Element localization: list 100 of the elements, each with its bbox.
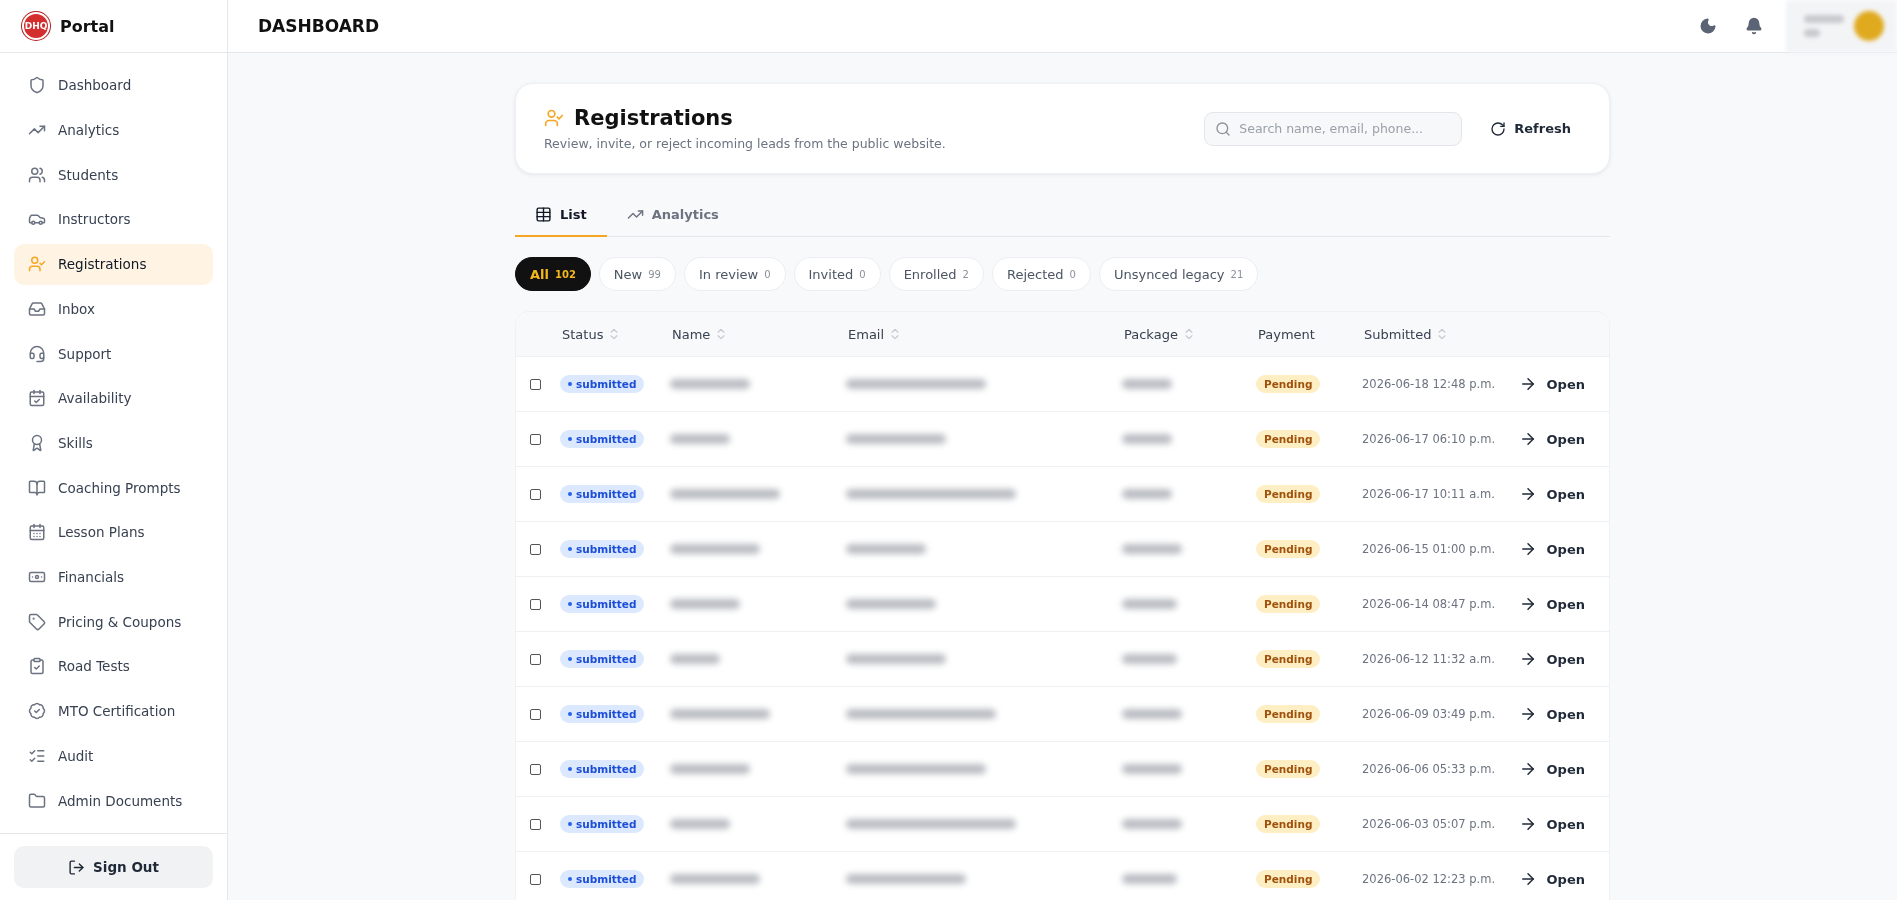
blurred-text (670, 819, 730, 829)
blurred-text (1122, 819, 1182, 829)
table-icon (535, 206, 552, 223)
sidebar-item[interactable]: Coaching Prompts (14, 467, 213, 509)
payment-badge: Pending (1256, 485, 1321, 503)
sidebar-item[interactable]: Skills (14, 422, 213, 464)
logout-icon (68, 858, 86, 876)
inbox-icon (28, 299, 46, 318)
sidebar-item[interactable]: Dashboard (14, 65, 213, 106)
sidebar-item[interactable]: Instructors (14, 199, 213, 240)
blurred-text (1122, 709, 1182, 719)
column-header: Submitted (1364, 326, 1432, 342)
row-checkbox[interactable] (530, 763, 541, 775)
blurred-text (1122, 874, 1177, 884)
open-button[interactable]: Open (1518, 650, 1585, 668)
row-checkbox[interactable] (530, 818, 541, 830)
sidebar-item[interactable]: Inbox (14, 288, 213, 330)
open-button[interactable]: Open (1518, 540, 1585, 558)
search-input[interactable]: Search name, email, phone... (1237, 120, 1452, 137)
row-checkbox[interactable] (530, 433, 541, 445)
refresh-button[interactable]: Refresh (1480, 114, 1581, 143)
page-title: Registrations (574, 106, 733, 130)
row-checkbox[interactable] (530, 543, 541, 555)
payment-badge: Pending (1256, 430, 1321, 448)
sidebar-item[interactable]: MTO Certification (14, 690, 213, 732)
payment-badge: Pending (1256, 815, 1321, 833)
open-button[interactable]: Open (1518, 595, 1585, 613)
refresh-icon (1490, 120, 1507, 137)
sidebar-item[interactable]: Students (14, 154, 213, 196)
sidebar-item[interactable]: Road Tests (14, 646, 213, 687)
headset-icon (28, 344, 46, 363)
payment-badge: Pending (1256, 705, 1321, 723)
submitted-date: 2026-06-17 10:11 a.m. (1362, 487, 1496, 501)
sidebar-item[interactable]: Registrations (14, 243, 213, 285)
payment-badge: Pending (1256, 650, 1321, 668)
status-badge: submitted (560, 430, 645, 448)
submitted-date: 2026-06-12 11:32 a.m. (1362, 652, 1496, 666)
open-button[interactable]: Open (1518, 815, 1585, 833)
row-checkbox[interactable] (530, 873, 541, 885)
user-check-icon (28, 255, 46, 274)
row-checkbox[interactable] (530, 708, 541, 720)
sidebar-item[interactable]: Admin Documents (14, 780, 213, 821)
blurred-text (670, 434, 730, 444)
status-badge: submitted (560, 760, 645, 778)
user-check-icon (544, 108, 564, 128)
calendar-check-icon (28, 389, 46, 408)
brand-name: Portal (60, 16, 115, 36)
open-button[interactable]: Open (1518, 375, 1585, 393)
status-badge: submitted (560, 375, 645, 393)
search-field[interactable]: Search name, email, phone... (1204, 111, 1463, 146)
tab[interactable]: Analytics (606, 194, 739, 237)
blurred-text (1122, 599, 1177, 609)
submitted-date: 2026-06-09 03:49 p.m. (1362, 707, 1497, 721)
search-icon (1215, 120, 1232, 137)
open-button[interactable]: Open (1518, 870, 1585, 888)
status-badge: submitted (560, 705, 645, 723)
open-button[interactable]: Open (1518, 430, 1585, 448)
blurred-text (670, 654, 720, 664)
sidebar-item[interactable]: Audit (14, 735, 213, 777)
submitted-date: 2026-06-06 05:33 p.m. (1362, 762, 1497, 776)
folder-icon (28, 791, 46, 810)
column-header: Name (672, 326, 711, 342)
open-button[interactable]: Open (1518, 705, 1585, 723)
sidebar-item[interactable]: Availability (14, 377, 213, 419)
submitted-date: 2026-06-03 05:07 p.m. (1362, 817, 1497, 831)
open-button[interactable]: Open (1518, 760, 1585, 778)
column-header: Status (562, 326, 604, 342)
page-subtitle: Review, invite, or reject incoming leads from the public website. (544, 136, 947, 151)
payment-badge: Pending (1256, 870, 1321, 888)
sign-out-button[interactable]: Sign Out (14, 846, 213, 888)
status-badge: submitted (560, 595, 645, 613)
sidebar-item[interactable]: Financials (14, 556, 213, 598)
shield-icon (28, 76, 46, 95)
clipboard-check-icon (28, 657, 46, 676)
column-header: Email (848, 326, 885, 342)
blurred-text (1122, 379, 1172, 389)
sidebar-item[interactable]: Lesson Plans (14, 512, 213, 553)
row-checkbox[interactable] (530, 378, 541, 390)
badge-check-icon (28, 702, 46, 721)
sidebar-item[interactable]: Support (14, 333, 213, 374)
tab[interactable]: List (515, 194, 607, 237)
logo: DHQ (22, 12, 50, 40)
moon-icon (1699, 17, 1717, 35)
people-icon (28, 165, 46, 184)
bell-icon (1745, 17, 1763, 35)
status-badge: submitted (560, 540, 645, 558)
status-badge: submitted (560, 870, 645, 888)
header-title: DASHBOARD (258, 16, 381, 36)
open-button[interactable]: Open (1518, 485, 1585, 503)
submitted-date: 2026-06-15 01:00 p.m. (1362, 542, 1497, 556)
blurred-text (1122, 764, 1182, 774)
blurred-text (1122, 489, 1172, 499)
payment-badge: Pending (1256, 540, 1321, 558)
sidebar-item[interactable]: Pricing & Coupons (14, 601, 213, 643)
row-checkbox[interactable] (530, 488, 541, 500)
row-checkbox[interactable] (530, 653, 541, 665)
submitted-date: 2026-06-17 06:10 p.m. (1362, 432, 1497, 446)
row-checkbox[interactable] (530, 598, 541, 610)
column-header: Package (1124, 326, 1178, 342)
sidebar-item[interactable]: Analytics (14, 109, 213, 151)
